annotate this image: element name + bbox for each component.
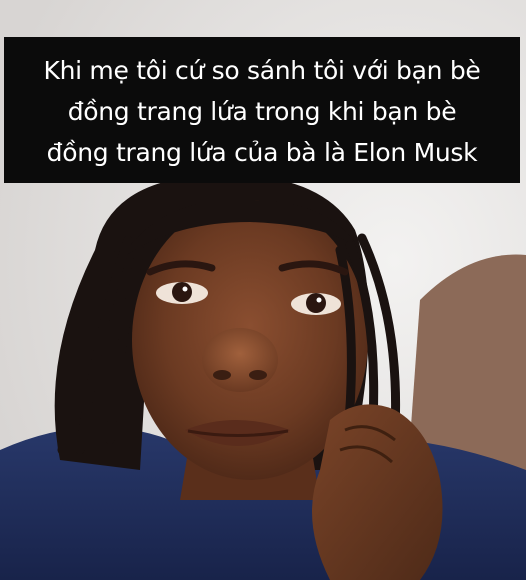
caption-line-3: đồng trang lứa của bà là Elon Musk <box>46 138 478 167</box>
caption-box: Khi mẹ tôi cứ so sánh tôi với bạn bè đồn… <box>4 37 520 183</box>
caption-line-2: đồng trang lứa trong khi bạn bè <box>67 97 457 126</box>
left-eye <box>156 282 208 304</box>
nose <box>202 328 278 392</box>
right-eye <box>291 293 341 315</box>
meme-image: Khi mẹ tôi cứ so sánh tôi với bạn bè đồn… <box>0 0 526 580</box>
caption-line-1: Khi mẹ tôi cứ so sánh tôi với bạn bè <box>43 56 481 85</box>
